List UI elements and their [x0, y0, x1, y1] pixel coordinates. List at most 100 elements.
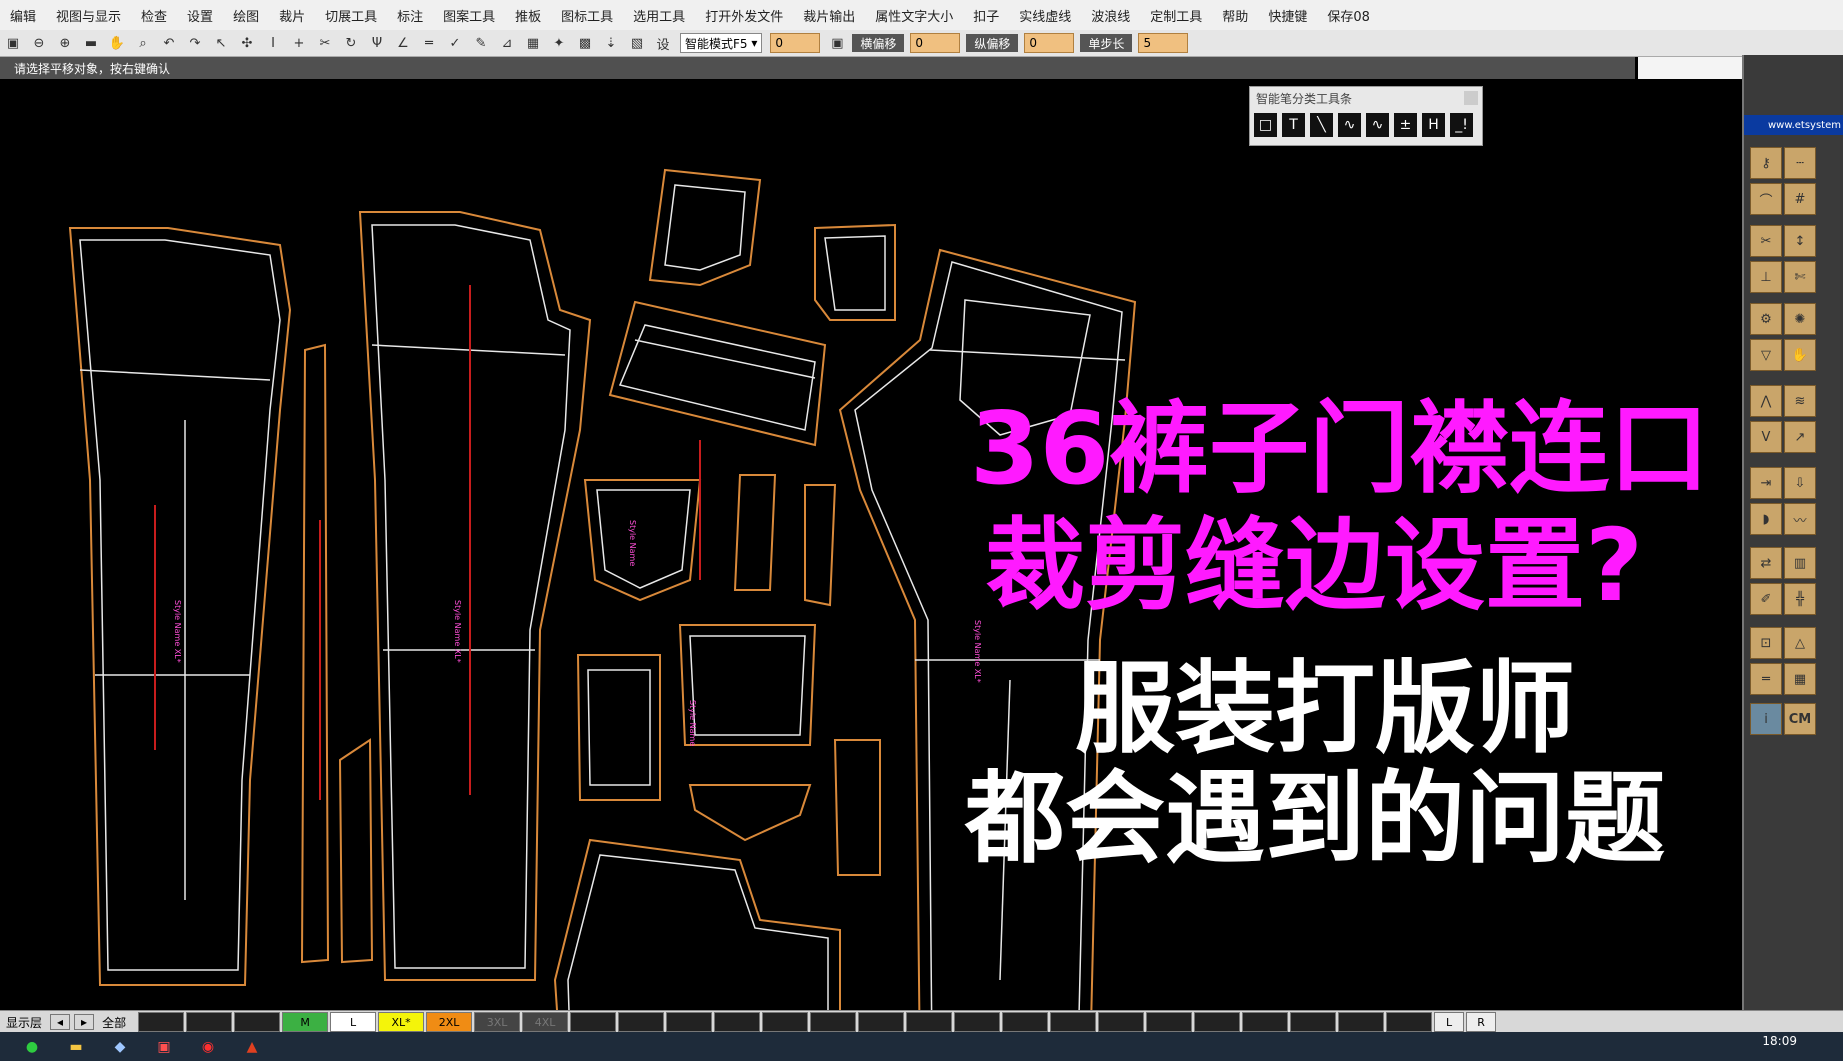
undo-icon[interactable]: ↶: [159, 33, 179, 53]
fold-tool-icon[interactable]: ≋: [1784, 385, 1816, 417]
size-empty-15[interactable]: [1098, 1012, 1145, 1032]
size-empty-7[interactable]: [714, 1012, 761, 1032]
record-app-icon[interactable]: ◉: [196, 1035, 220, 1059]
line-tool-icon[interactable]: ╲: [1310, 113, 1333, 137]
size-empty-16[interactable]: [1146, 1012, 1193, 1032]
size-empty-18[interactable]: [1242, 1012, 1289, 1032]
color-grid-icon[interactable]: ▦: [523, 33, 543, 53]
import-tool-icon[interactable]: ⇩: [1784, 467, 1816, 499]
offset-input[interactable]: 0: [770, 33, 821, 53]
size-empty-8[interactable]: [762, 1012, 809, 1032]
menu-item-1[interactable]: 视图与显示: [46, 6, 131, 25]
save-icon[interactable]: ▣: [3, 33, 23, 53]
size-2xl[interactable]: 2XL: [426, 1012, 473, 1032]
add-point-icon[interactable]: +: [289, 33, 309, 53]
close-icon[interactable]: [1464, 91, 1478, 105]
grid-icon[interactable]: ▩: [575, 33, 595, 53]
menu-item-2[interactable]: 检查: [131, 6, 177, 25]
rotate-icon[interactable]: ↻: [341, 33, 361, 53]
dart-tool-icon[interactable]: ⋀: [1750, 385, 1782, 417]
size-empty-10[interactable]: [858, 1012, 905, 1032]
h-offset-input[interactable]: 0: [910, 33, 961, 53]
arrow-down-icon[interactable]: ⇣: [601, 33, 621, 53]
pocket-tool-icon[interactable]: ▽: [1750, 339, 1782, 371]
curve-tool-icon[interactable]: ∿: [1338, 113, 1361, 137]
triangle-tool-icon[interactable]: △: [1784, 627, 1816, 659]
size-empty-1[interactable]: [138, 1012, 185, 1032]
size-empty-12[interactable]: [954, 1012, 1001, 1032]
table-tool-icon[interactable]: ▦: [1784, 663, 1816, 695]
menu-item-13[interactable]: 裁片输出: [793, 6, 865, 25]
menu-item-18[interactable]: 定制工具: [1140, 6, 1212, 25]
pattern-icon[interactable]: ▧: [627, 33, 647, 53]
key-tool-icon[interactable]: ⚷: [1750, 147, 1782, 179]
scissors-tool-icon[interactable]: ✂: [1750, 225, 1782, 257]
lock-icon[interactable]: ▣: [827, 33, 847, 53]
cm-unit-label[interactable]: CM: [1784, 703, 1816, 735]
size-empty-4[interactable]: [570, 1012, 617, 1032]
size-empty-20[interactable]: [1338, 1012, 1385, 1032]
file-explorer-icon[interactable]: ▬: [64, 1035, 88, 1059]
size-xl[interactable]: XL*: [378, 1012, 425, 1032]
sewing-machine-icon[interactable]: ⚙: [1750, 303, 1782, 335]
size-empty-6[interactable]: [666, 1012, 713, 1032]
menu-item-11[interactable]: 选用工具: [623, 6, 695, 25]
size-m[interactable]: M: [282, 1012, 329, 1032]
pattern-app-icon[interactable]: ▣: [152, 1035, 176, 1059]
check-icon[interactable]: ✓: [445, 33, 465, 53]
size-empty-3[interactable]: [234, 1012, 281, 1032]
mode-select[interactable]: 智能模式F5 ▾: [680, 33, 763, 53]
settings-label[interactable]: 设: [653, 33, 673, 53]
fit-screen-icon[interactable]: ▬: [81, 33, 101, 53]
export-tool-icon[interactable]: ⇥: [1750, 467, 1782, 499]
rectangle-tool-icon[interactable]: □: [1254, 113, 1277, 137]
size-empty-5[interactable]: [618, 1012, 665, 1032]
select-arrow-icon[interactable]: ↖: [211, 33, 231, 53]
angle-icon[interactable]: ∠: [393, 33, 413, 53]
size-3xl[interactable]: 3XL: [474, 1012, 521, 1032]
size-empty-9[interactable]: [810, 1012, 857, 1032]
prev-arrow-icon[interactable]: ◂: [50, 1014, 71, 1030]
curve-ruler-icon[interactable]: ⌒: [1750, 183, 1782, 215]
menu-item-8[interactable]: 图案工具: [433, 6, 505, 25]
left-side-button[interactable]: L: [1434, 1012, 1465, 1032]
pen-icon[interactable]: ✎: [471, 33, 491, 53]
menu-item-21[interactable]: 保存08: [1317, 6, 1380, 25]
menu-item-15[interactable]: 扣子: [963, 6, 1009, 25]
zoom-window-icon[interactable]: ⌕: [133, 33, 153, 53]
menu-item-0[interactable]: 编辑: [0, 6, 46, 25]
size-empty-13[interactable]: [1002, 1012, 1049, 1032]
menu-item-9[interactable]: 推板: [505, 6, 551, 25]
status-input-box[interactable]: [1638, 57, 1742, 79]
split-tool-icon[interactable]: ╬: [1784, 583, 1816, 615]
pin-arrow-icon[interactable]: ↗: [1784, 421, 1816, 453]
pin-tool-icon[interactable]: ⊥: [1750, 261, 1782, 293]
app-icon[interactable]: ◆: [108, 1035, 132, 1059]
menu-item-19[interactable]: 帮助: [1212, 6, 1258, 25]
pin-icon[interactable]: ✦: [549, 33, 569, 53]
wave-edge-icon[interactable]: 〰: [1784, 503, 1816, 535]
bulb-icon[interactable]: ✺: [1784, 303, 1816, 335]
wechat-icon[interactable]: ●: [20, 1035, 44, 1059]
size-empty-11[interactable]: [906, 1012, 953, 1032]
menu-item-10[interactable]: 图标工具: [551, 6, 623, 25]
fork-icon[interactable]: Ψ: [367, 33, 387, 53]
parallel-icon[interactable]: ═: [419, 33, 439, 53]
dash-tool-icon[interactable]: ┄: [1784, 147, 1816, 179]
right-side-button[interactable]: R: [1466, 1012, 1497, 1032]
pan-hand-icon[interactable]: ✋: [107, 33, 127, 53]
scissors-icon[interactable]: ✂: [315, 33, 335, 53]
size-l[interactable]: L: [330, 1012, 377, 1032]
zoom-in-icon[interactable]: ⊕: [55, 33, 75, 53]
menu-item-6[interactable]: 切展工具: [315, 6, 387, 25]
adobe-icon[interactable]: ▲: [240, 1035, 264, 1059]
size-empty-14[interactable]: [1050, 1012, 1097, 1032]
menu-item-14[interactable]: 属性文字大小: [865, 6, 963, 25]
size-empty-19[interactable]: [1290, 1012, 1337, 1032]
grid-tool-icon[interactable]: #: [1784, 183, 1816, 215]
size-4xl[interactable]: 4XL: [522, 1012, 569, 1032]
v-offset-input[interactable]: 0: [1024, 33, 1075, 53]
label-tool-icon[interactable]: ✐: [1750, 583, 1782, 615]
ruler-tool-icon[interactable]: ═: [1750, 663, 1782, 695]
zoom-out-icon[interactable]: ⊖: [29, 33, 49, 53]
